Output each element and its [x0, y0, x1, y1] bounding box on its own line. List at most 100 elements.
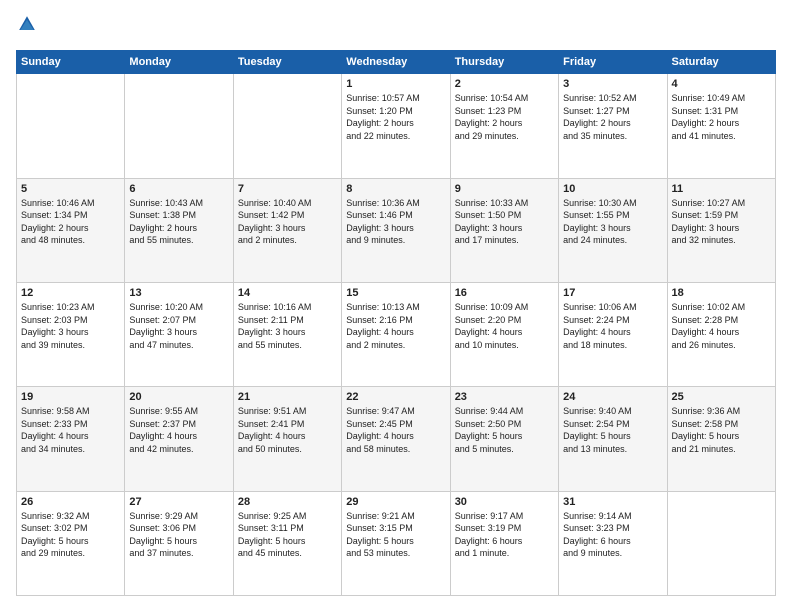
day-number: 7: [238, 183, 337, 195]
day-info: Sunrise: 10:52 AM Sunset: 1:27 PM Daylig…: [563, 92, 662, 142]
day-info: Sunrise: 9:29 AM Sunset: 3:06 PM Dayligh…: [129, 510, 228, 560]
calendar-header-friday: Friday: [559, 51, 667, 74]
day-number: 18: [672, 287, 771, 299]
calendar-week-4: 19Sunrise: 9:58 AM Sunset: 2:33 PM Dayli…: [17, 387, 776, 491]
day-number: 30: [455, 496, 554, 508]
calendar-cell: 13 Sunrise: 10:20 AM Sunset: 2:07 PM Dayl…: [125, 282, 233, 386]
calendar-cell: [125, 74, 233, 178]
calendar-cell: 18 Sunrise: 10:02 AM Sunset: 2:28 PM Dayl…: [667, 282, 775, 386]
calendar-cell: 22 Sunrise: 9:47 AM Sunset: 2:45 PM Dayli…: [342, 387, 450, 491]
calendar-cell: 25 Sunrise: 9:36 AM Sunset: 2:58 PM Dayli…: [667, 387, 775, 491]
calendar-cell: 6Sunrise: 10:43 AM Sunset: 1:38 PM Dayli…: [125, 178, 233, 282]
day-number: 10: [563, 183, 662, 195]
calendar-cell: 8Sunrise: 10:36 AM Sunset: 1:46 PM Dayli…: [342, 178, 450, 282]
day-number: 16: [455, 287, 554, 299]
logo-icon: [18, 15, 36, 33]
calendar-cell: 19Sunrise: 9:58 AM Sunset: 2:33 PM Dayli…: [17, 387, 125, 491]
calendar-table: SundayMondayTuesdayWednesdayThursdayFrid…: [16, 50, 776, 596]
day-number: 29: [346, 496, 445, 508]
day-info: Sunrise: 10:54 AM Sunset: 1:23 PM Daylig…: [455, 92, 554, 142]
calendar-week-1: 1 Sunrise: 10:57 AM Sunset: 1:20 PM Dayli…: [17, 74, 776, 178]
calendar-cell: 7 Sunrise: 10:40 AM Sunset: 1:42 PM Dayli…: [233, 178, 341, 282]
day-number: 20: [129, 391, 228, 403]
day-number: 24: [563, 391, 662, 403]
day-number: 4: [672, 78, 771, 90]
day-info: Sunrise: 10:49 AM Sunset: 1:31 PM Daylig…: [672, 92, 771, 142]
calendar-week-5: 26 Sunrise: 9:32 AM Sunset: 3:02 PM Dayli…: [17, 491, 776, 595]
calendar-cell: 11 Sunrise: 10:27 AM Sunset: 1:59 PM Dayl…: [667, 178, 775, 282]
day-info: Sunrise: 10:33 AM Sunset: 1:50 PM Daylig…: [455, 197, 554, 247]
day-number: 2: [455, 78, 554, 90]
calendar-header-saturday: Saturday: [667, 51, 775, 74]
calendar-header-row: SundayMondayTuesdayWednesdayThursdayFrid…: [17, 51, 776, 74]
calendar-cell: 15 Sunrise: 10:13 AM Sunset: 2:16 PM Dayl…: [342, 282, 450, 386]
day-number: 28: [238, 496, 337, 508]
day-number: 14: [238, 287, 337, 299]
logo: [16, 16, 40, 40]
day-info: Sunrise: 10:06 AM Sunset: 2:24 PM Daylig…: [563, 301, 662, 351]
day-number: 27: [129, 496, 228, 508]
day-info: Sunrise: 9:36 AM Sunset: 2:58 PM Dayligh…: [672, 405, 771, 455]
day-info: Sunrise: 10:57 AM Sunset: 1:20 PM Daylig…: [346, 92, 445, 142]
day-info: Sunrise: 9:17 AM Sunset: 3:19 PM Dayligh…: [455, 510, 554, 560]
calendar-cell: [667, 491, 775, 595]
calendar-cell: 26 Sunrise: 9:32 AM Sunset: 3:02 PM Dayli…: [17, 491, 125, 595]
calendar-cell: 14Sunrise: 10:16 AM Sunset: 2:11 PM Dayl…: [233, 282, 341, 386]
day-info: Sunrise: 9:55 AM Sunset: 2:37 PM Dayligh…: [129, 405, 228, 455]
day-number: 15: [346, 287, 445, 299]
day-number: 26: [21, 496, 120, 508]
day-info: Sunrise: 10:40 AM Sunset: 1:42 PM Daylig…: [238, 197, 337, 247]
day-number: 1: [346, 78, 445, 90]
calendar-cell: 12Sunrise: 10:23 AM Sunset: 2:03 PM Dayl…: [17, 282, 125, 386]
day-number: 11: [672, 183, 771, 195]
day-number: 31: [563, 496, 662, 508]
day-number: 13: [129, 287, 228, 299]
day-number: 6: [129, 183, 228, 195]
day-info: Sunrise: 9:47 AM Sunset: 2:45 PM Dayligh…: [346, 405, 445, 455]
day-info: Sunrise: 10:09 AM Sunset: 2:20 PM Daylig…: [455, 301, 554, 351]
day-info: Sunrise: 9:51 AM Sunset: 2:41 PM Dayligh…: [238, 405, 337, 455]
calendar-header-tuesday: Tuesday: [233, 51, 341, 74]
day-info: Sunrise: 10:20 AM Sunset: 2:07 PM Daylig…: [129, 301, 228, 351]
calendar-cell: 16 Sunrise: 10:09 AM Sunset: 2:20 PM Dayl…: [450, 282, 558, 386]
day-info: Sunrise: 9:44 AM Sunset: 2:50 PM Dayligh…: [455, 405, 554, 455]
day-info: Sunrise: 9:32 AM Sunset: 3:02 PM Dayligh…: [21, 510, 120, 560]
day-info: Sunrise: 9:25 AM Sunset: 3:11 PM Dayligh…: [238, 510, 337, 560]
day-info: Sunrise: 10:30 AM Sunset: 1:55 PM Daylig…: [563, 197, 662, 247]
calendar-header-sunday: Sunday: [17, 51, 125, 74]
calendar-cell: 10 Sunrise: 10:30 AM Sunset: 1:55 PM Dayl…: [559, 178, 667, 282]
calendar-week-3: 12Sunrise: 10:23 AM Sunset: 2:03 PM Dayl…: [17, 282, 776, 386]
day-info: Sunrise: 10:02 AM Sunset: 2:28 PM Daylig…: [672, 301, 771, 351]
calendar-cell: 27 Sunrise: 9:29 AM Sunset: 3:06 PM Dayli…: [125, 491, 233, 595]
calendar-week-2: 5Sunrise: 10:46 AM Sunset: 1:34 PM Dayli…: [17, 178, 776, 282]
day-number: 19: [21, 391, 120, 403]
day-number: 25: [672, 391, 771, 403]
day-number: 22: [346, 391, 445, 403]
calendar-header-monday: Monday: [125, 51, 233, 74]
day-number: 8: [346, 183, 445, 195]
calendar-header-thursday: Thursday: [450, 51, 558, 74]
calendar-cell: 20 Sunrise: 9:55 AM Sunset: 2:37 PM Dayli…: [125, 387, 233, 491]
calendar-cell: 3 Sunrise: 10:52 AM Sunset: 1:27 PM Dayli…: [559, 74, 667, 178]
calendar-cell: 4 Sunrise: 10:49 AM Sunset: 1:31 PM Dayli…: [667, 74, 775, 178]
day-info: Sunrise: 9:21 AM Sunset: 3:15 PM Dayligh…: [346, 510, 445, 560]
calendar-cell: 5Sunrise: 10:46 AM Sunset: 1:34 PM Dayli…: [17, 178, 125, 282]
calendar-cell: 21 Sunrise: 9:51 AM Sunset: 2:41 PM Dayli…: [233, 387, 341, 491]
day-info: Sunrise: 10:46 AM Sunset: 1:34 PM Daylig…: [21, 197, 120, 247]
day-number: 9: [455, 183, 554, 195]
day-number: 12: [21, 287, 120, 299]
day-info: Sunrise: 10:13 AM Sunset: 2:16 PM Daylig…: [346, 301, 445, 351]
day-number: 23: [455, 391, 554, 403]
day-info: Sunrise: 10:27 AM Sunset: 1:59 PM Daylig…: [672, 197, 771, 247]
calendar-cell: 23 Sunrise: 9:44 AM Sunset: 2:50 PM Dayli…: [450, 387, 558, 491]
calendar-cell: [17, 74, 125, 178]
day-number: 3: [563, 78, 662, 90]
calendar-cell: 17 Sunrise: 10:06 AM Sunset: 2:24 PM Dayl…: [559, 282, 667, 386]
day-info: Sunrise: 9:14 AM Sunset: 3:23 PM Dayligh…: [563, 510, 662, 560]
day-number: 21: [238, 391, 337, 403]
calendar-cell: 24Sunrise: 9:40 AM Sunset: 2:54 PM Dayli…: [559, 387, 667, 491]
day-number: 17: [563, 287, 662, 299]
calendar-cell: 28 Sunrise: 9:25 AM Sunset: 3:11 PM Dayli…: [233, 491, 341, 595]
calendar-cell: [233, 74, 341, 178]
header: [16, 16, 776, 40]
